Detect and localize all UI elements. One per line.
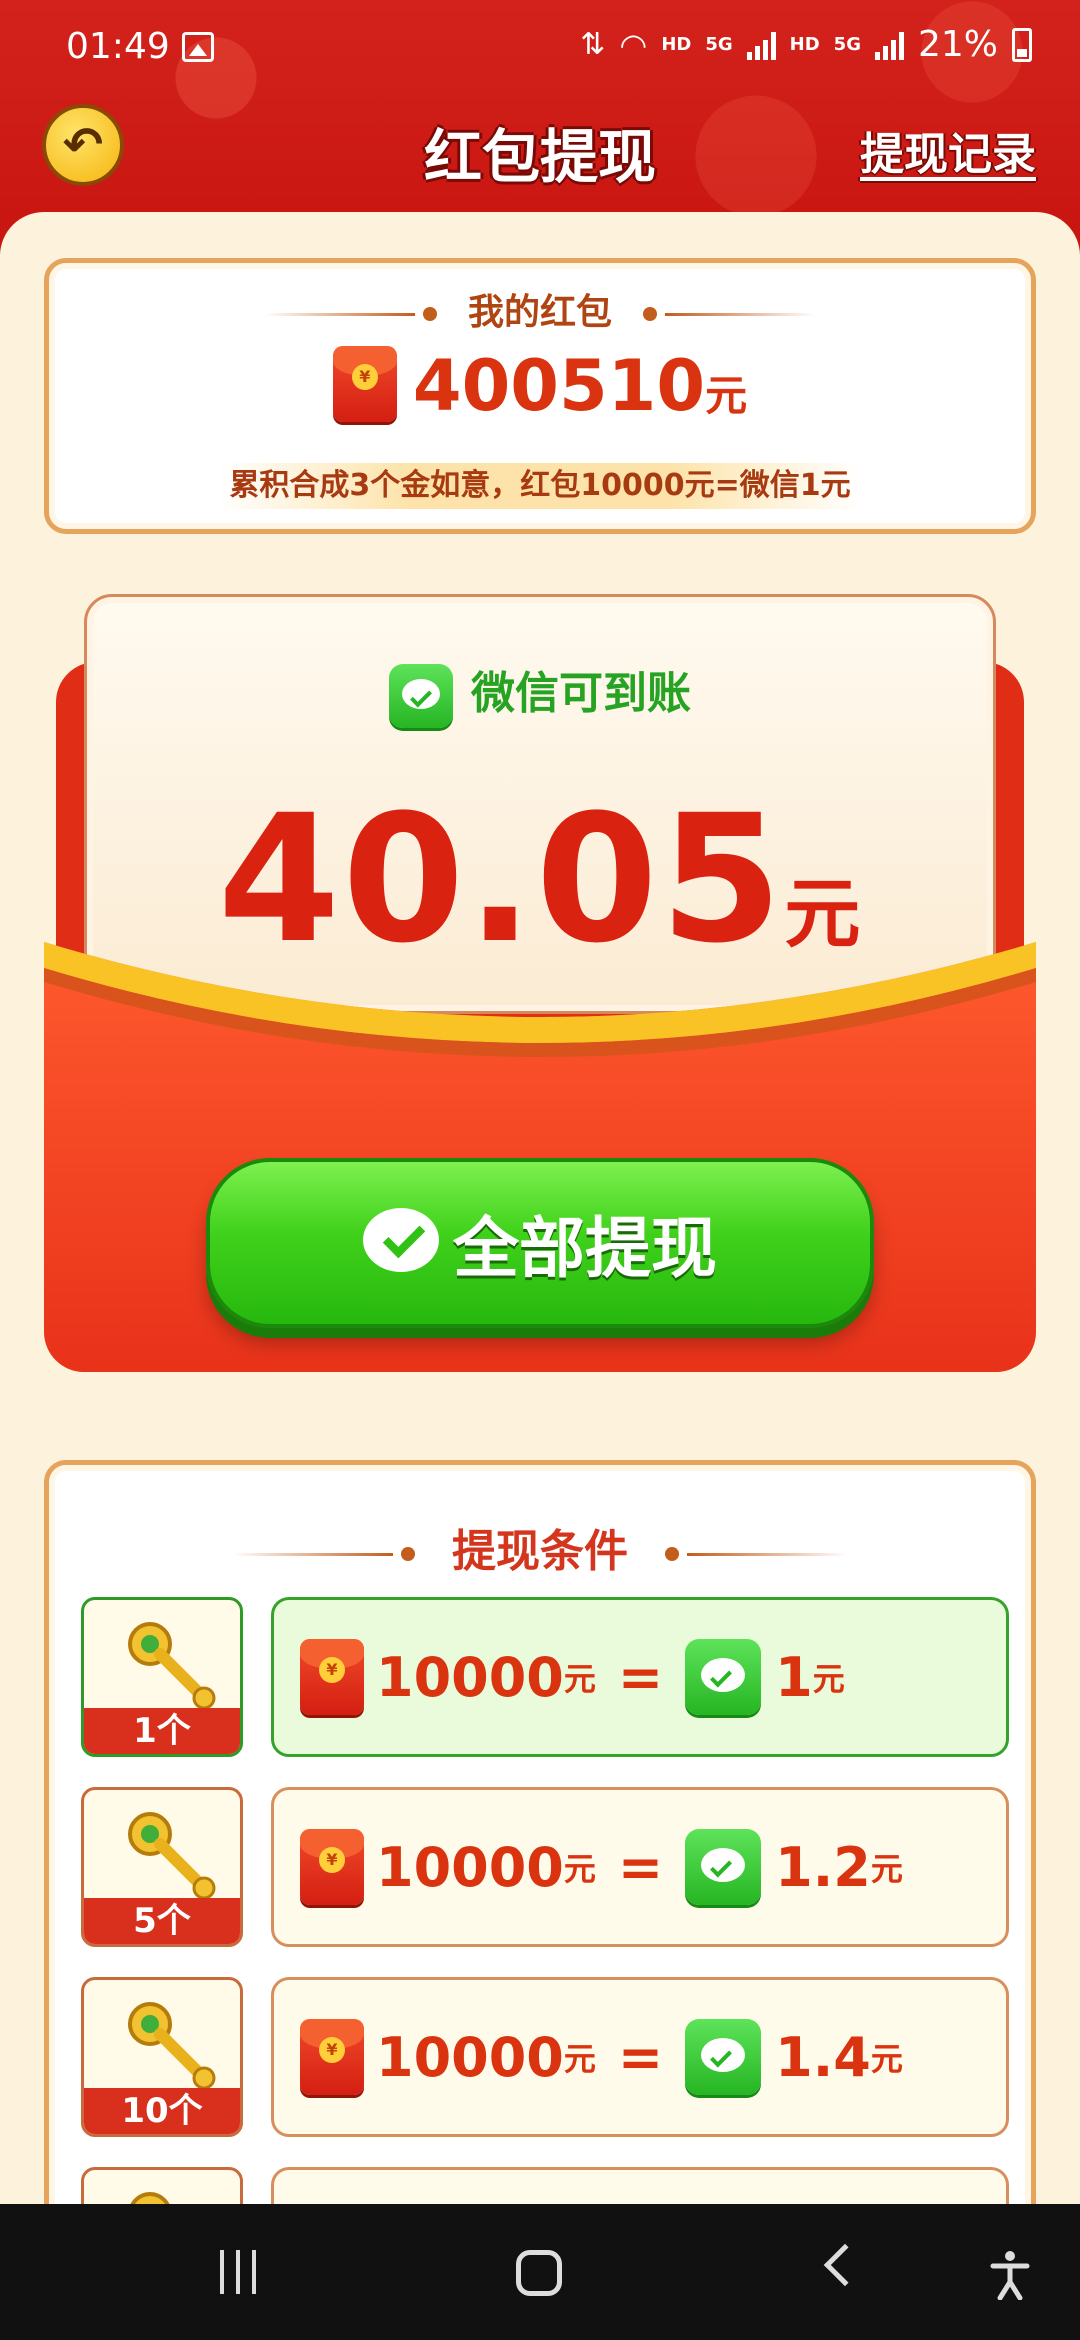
- wechat-value: 1: [775, 1645, 813, 1709]
- ruyi-count: 10个: [84, 2088, 240, 2134]
- condition-row[interactable]: 1个 ¥ 10000 元 = 1元: [81, 1597, 1009, 1757]
- red-packet-icon: ¥: [300, 2019, 364, 2095]
- status-bar: 01:49 ⇅ ◠ HD 5G HD 5G 21%: [0, 0, 1080, 96]
- exchange-rate-box: ¥ 10000 元 = 1元: [271, 1597, 1009, 1757]
- red-packet-icon: ¥: [332, 346, 397, 422]
- packet-value: 10000: [376, 1835, 564, 1899]
- wechat-icon: [685, 1639, 762, 1715]
- golden-ruyi-icon: [128, 1622, 216, 1710]
- wechat-unit: 元: [870, 2040, 903, 2078]
- gallery-icon: [182, 32, 214, 62]
- my-packet-title: 我的红包: [49, 283, 1031, 335]
- network-label-4: 5G: [833, 34, 861, 55]
- home-icon[interactable]: [516, 2250, 562, 2296]
- wechat-icon: [685, 1829, 762, 1905]
- wechat-icon: [389, 664, 453, 728]
- my-packet-value: 400510: [412, 345, 706, 427]
- packet-unit: 元: [563, 2040, 596, 2078]
- network-label-3: HD: [789, 34, 820, 55]
- wechat-value: 1.2: [775, 1835, 871, 1899]
- wechat-unit: 元: [870, 1850, 903, 1888]
- withdraw-conditions-card: 提现条件 1个 ¥ 10000 元 = 1元 5个 ¥ 10000 元 = 1.…: [44, 1460, 1036, 2212]
- red-packet-icon: ¥: [300, 1829, 364, 1905]
- status-indicators: ⇅ ◠ HD 5G HD 5G 21%: [580, 24, 1032, 65]
- wechat-unit: 元: [812, 1660, 845, 1698]
- equals-sign: =: [617, 2025, 664, 2089]
- accessibility-icon[interactable]: [990, 2250, 1030, 2300]
- status-time: 01:49: [66, 26, 170, 67]
- battery-icon: [1012, 27, 1032, 62]
- condition-row[interactable]: 5个 ¥ 10000 元 = 1.2 元: [81, 1787, 1009, 1947]
- ruyi-key-box: 5个: [81, 1787, 243, 1947]
- recent-apps-icon[interactable]: [214, 2250, 262, 2294]
- main-panel: 我的红包 ¥400510元 累积合成3个金如意，红包10000元=微信1元 微信…: [0, 212, 1080, 2212]
- red-packet-icon: ¥: [300, 1639, 364, 1715]
- upload-icon: ⇅: [580, 27, 606, 62]
- packet-unit: 元: [563, 1660, 596, 1698]
- withdraw-all-label: 全部提现: [453, 1210, 717, 1287]
- my-packet-unit: 元: [705, 371, 748, 420]
- packet-value: 10000: [376, 2025, 564, 2089]
- packet-unit: 元: [563, 1850, 596, 1888]
- wechat-receivable-label: 微信可到账: [471, 668, 691, 719]
- wechat-receivable: 微信可到账: [87, 657, 993, 728]
- golden-ruyi-icon: [128, 1812, 216, 1900]
- my-packet-card: 我的红包 ¥400510元 累积合成3个金如意，红包10000元=微信1元: [44, 258, 1036, 534]
- my-packet-amount: ¥400510元: [49, 345, 1031, 427]
- equals-sign: =: [617, 1645, 664, 1709]
- wechat-bubble-icon: [363, 1208, 441, 1278]
- ruyi-key-box: 1个: [81, 1597, 243, 1757]
- back-icon[interactable]: [823, 2243, 867, 2287]
- packet-value: 10000: [376, 1645, 564, 1709]
- condition-row[interactable]: 10个 ¥ 10000 元 = 1.4 元: [81, 1977, 1009, 2137]
- conditions-title: 提现条件: [49, 1515, 1031, 1579]
- network-label-1: HD: [661, 34, 692, 55]
- signal-icon-2: [874, 30, 904, 60]
- ruyi-count: 1个: [84, 1708, 240, 1754]
- exchange-rate-box: ¥ 10000 元 = 1.2 元: [271, 1787, 1009, 1947]
- signal-icon: [746, 30, 776, 60]
- app-header: ↶ 红包提现 提现记录: [0, 100, 1080, 210]
- golden-ruyi-icon: [128, 2002, 216, 2090]
- wechat-icon: [685, 2019, 762, 2095]
- withdraw-all-button[interactable]: 全部提现: [206, 1158, 874, 1328]
- wechat-value: 1.4: [775, 2025, 871, 2089]
- withdraw-records-link[interactable]: 提现记录: [860, 118, 1036, 182]
- system-nav-bar: [0, 2204, 1080, 2340]
- ruyi-count: 5个: [84, 1898, 240, 1944]
- exchange-note: 累积合成3个金如意，红包10000元=微信1元: [219, 463, 861, 509]
- battery-percent: 21%: [917, 24, 998, 65]
- exchange-rate-box: ¥ 10000 元 = 1.4 元: [271, 1977, 1009, 2137]
- equals-sign: =: [617, 1835, 664, 1899]
- wifi-icon: ◠: [619, 25, 648, 64]
- network-label-2: 5G: [705, 34, 733, 55]
- ruyi-key-box: 10个: [81, 1977, 243, 2137]
